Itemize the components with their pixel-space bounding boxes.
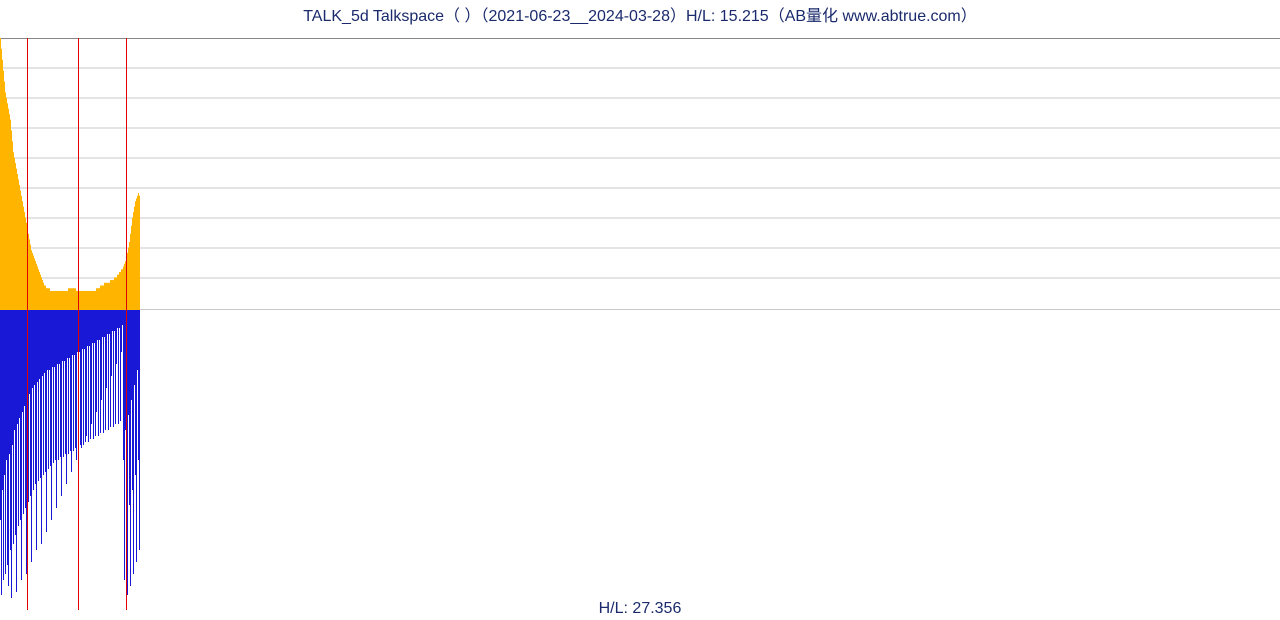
price-markers	[28, 38, 127, 310]
price-series	[0, 38, 140, 310]
chart-title: TALK_5d Talkspace（ ）（2021-06-23__2024-03…	[0, 2, 1280, 26]
volume-panel	[0, 310, 1280, 610]
volume-series	[0, 310, 140, 598]
price-panel	[0, 38, 1280, 310]
price-grid	[0, 39, 1280, 310]
